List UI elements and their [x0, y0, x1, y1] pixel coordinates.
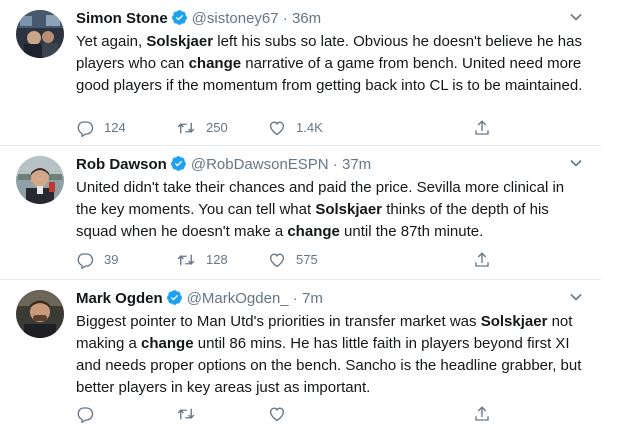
- scrollbar[interactable]: [601, 0, 617, 406]
- tweet-feed: Simon Stone @sistoney67 · 36m Yet again, …: [0, 0, 617, 423]
- reply-count: 39: [104, 252, 119, 267]
- verified-badge-icon: [166, 289, 183, 312]
- avatar-photo-icon: [16, 10, 64, 58]
- highlighted-term: Solskjaer: [315, 201, 383, 218]
- tweet-text: Yet again, Solskjaer left his subs so la…: [76, 31, 586, 97]
- author-handle[interactable]: @sistoney67: [192, 10, 279, 27]
- tweet-text: United didn't take their chances and pai…: [76, 177, 586, 243]
- highlighted-term: change: [188, 55, 242, 72]
- share-button[interactable]: [473, 250, 491, 270]
- tweet-text-segment: Yet again,: [76, 33, 147, 50]
- tweet-header: Mark Ogden @MarkOgden_ · 7m: [76, 289, 585, 309]
- tweet-actions: 39 128 575: [76, 250, 516, 270]
- author-name[interactable]: Simon Stone: [76, 10, 168, 27]
- tweet[interactable]: Rob Dawson @RobDawsonESPN · 37m United di…: [0, 146, 601, 280]
- chevron-down-icon[interactable]: [569, 290, 583, 304]
- separator-dot: ·: [332, 156, 338, 173]
- timestamp[interactable]: 36m: [292, 10, 321, 27]
- tweet-header: Rob Dawson @RobDawsonESPN · 37m: [76, 155, 585, 175]
- retweet-count: 128: [206, 252, 228, 267]
- highlighted-term: change: [141, 335, 194, 352]
- heart-icon: [269, 253, 285, 268]
- share-button[interactable]: [473, 118, 491, 138]
- retweet-icon: [177, 122, 195, 134]
- retweet-icon: [177, 254, 195, 266]
- author-handle[interactable]: @MarkOgden_: [187, 290, 289, 307]
- avatar[interactable]: [16, 10, 64, 58]
- separator-dot: ·: [292, 290, 298, 307]
- highlighted-term: Solskjaer: [480, 313, 548, 330]
- avatar[interactable]: [16, 290, 64, 338]
- share-button[interactable]: [473, 404, 491, 424]
- share-icon: [475, 406, 489, 421]
- reply-button[interactable]: 124: [76, 118, 126, 138]
- tweet[interactable]: Simon Stone @sistoney67 · 36m Yet again, …: [0, 0, 601, 146]
- retweet-count: 250: [206, 120, 228, 135]
- reply-icon: [77, 407, 94, 423]
- avatar-photo-icon: [16, 156, 64, 204]
- verified-badge-icon: [170, 155, 187, 178]
- heart-icon: [269, 407, 285, 422]
- retweet-button[interactable]: 250: [176, 118, 228, 138]
- avatar-photo-icon: [16, 290, 64, 338]
- tweet[interactable]: Mark Ogden @MarkOgden_ · 7m Biggest point…: [0, 280, 601, 423]
- author-name[interactable]: Mark Ogden: [76, 290, 163, 307]
- separator-dot: ·: [282, 10, 288, 27]
- reply-count: 124: [104, 120, 126, 135]
- like-button[interactable]: 1.4K: [268, 118, 323, 138]
- chevron-down-icon[interactable]: [569, 156, 583, 170]
- tweet-text: Biggest pointer to Man Utd's priorities …: [76, 311, 586, 399]
- tweet-actions: 124 250 1.4K: [76, 118, 516, 138]
- reply-icon: [77, 253, 94, 269]
- verified-badge-icon: [171, 9, 188, 32]
- share-icon: [475, 252, 489, 267]
- tweet-text-segment: Biggest pointer to Man Utd's priorities …: [76, 313, 481, 330]
- retweet-button[interactable]: 128: [176, 250, 228, 270]
- tweet-text-segment: until the 87th minute.: [339, 223, 484, 240]
- heart-icon: [269, 121, 285, 136]
- share-icon: [475, 120, 489, 135]
- author-handle[interactable]: @RobDawsonESPN: [191, 156, 329, 173]
- author-name[interactable]: Rob Dawson: [76, 156, 167, 173]
- tweet-header: Simon Stone @sistoney67 · 36m: [76, 9, 585, 29]
- like-count: 575: [296, 252, 318, 267]
- retweet-icon: [177, 408, 195, 420]
- reply-button[interactable]: 39: [76, 250, 118, 270]
- like-button[interactable]: [268, 404, 296, 424]
- reply-button[interactable]: [76, 404, 104, 424]
- avatar[interactable]: [16, 156, 64, 204]
- highlighted-term: Solskjaer: [146, 33, 214, 50]
- like-button[interactable]: 575: [268, 250, 318, 270]
- reply-icon: [77, 121, 94, 137]
- like-count: 1.4K: [296, 120, 323, 135]
- tweet-actions: [76, 404, 516, 424]
- timestamp[interactable]: 7m: [302, 290, 323, 307]
- highlighted-term: change: [287, 223, 340, 240]
- chevron-down-icon[interactable]: [569, 10, 583, 24]
- timestamp[interactable]: 37m: [342, 156, 371, 173]
- retweet-button[interactable]: [176, 404, 206, 424]
